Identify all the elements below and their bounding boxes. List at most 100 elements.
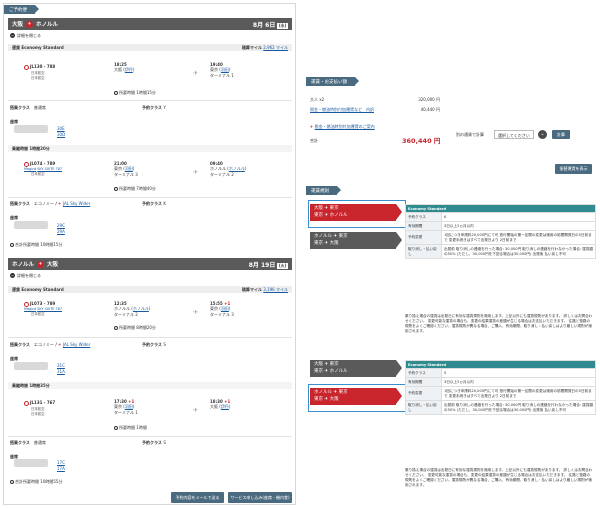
tab-city: ホノルル [314, 390, 332, 395]
toggle-label: 詳細を閉じる [17, 33, 41, 38]
divider [8, 436, 292, 437]
tab-city: ホノルル [329, 368, 348, 374]
outbound-from: 大阪 [12, 22, 24, 28]
plane-icon: ✈ [37, 260, 45, 268]
inbound-miles-link[interactable]: 3,196 マイル [263, 287, 288, 292]
inbound-fare-name: 運賃 Economy Standard [12, 286, 64, 292]
booking-class-label: 予約クラス [142, 105, 162, 110]
dep-city: ホノルル [114, 306, 130, 311]
jal-logo-icon [24, 400, 29, 406]
arr-airport-link[interactable]: 羽田 [221, 67, 229, 72]
operator-2: 日本航空 [31, 75, 45, 80]
seg-flight-info: JL074 - 789 Magicd SKY SUITE 787 日本航空 [24, 161, 109, 176]
seat-link[interactable]: 31A [57, 369, 65, 374]
calculate-button[interactable]: 計算 [552, 130, 570, 139]
currency-select[interactable]: 選択してください [494, 130, 534, 139]
rule-value: 1回につき申請料20,000円にて可 旅行開始の第一区間の変更は適用の前間開発日… [441, 386, 596, 401]
booking-class-value: S [163, 342, 166, 347]
arr-airport-link[interactable]: ホノルル [229, 166, 245, 171]
divider [8, 197, 292, 198]
adult-fare-label: 大人 x2 [310, 97, 325, 102]
fare-rules-table: Economy Standard 予約クラス S 有効期間 3日以上2ヵ月以内 予約… [405, 360, 596, 415]
inbound-dow: (火) [277, 262, 288, 269]
rule-tab-outbound[interactable]: 大阪 ✈ 東京 東京 ✈ ホノルル [310, 204, 402, 221]
arr-city: 東京 [210, 306, 218, 311]
clock-icon [114, 326, 118, 330]
tab-city: 東京 [314, 240, 323, 246]
plane-icon: ✈ [324, 362, 329, 367]
inbound-toggle[interactable]: − 詳細を閉じる [10, 273, 41, 279]
service-request-button[interactable]: サービス申し込み(座席・機内食) [228, 492, 292, 503]
class-row: 搭乗クラス 普通席 [10, 105, 46, 111]
arrow-plane-icon: ✈ [193, 407, 199, 414]
sky-wider-link[interactable]: JAL Sky Wider [63, 201, 90, 206]
magicd-link[interactable]: Magicd [24, 307, 36, 311]
arrow-plane-icon: ✈ [193, 70, 199, 77]
tab-city: 東京 [314, 396, 323, 402]
seat-link[interactable]: 31C [57, 363, 65, 368]
tab-city: 東京 [314, 368, 323, 374]
arrow-plane-icon: ✈ [193, 169, 199, 176]
rule-key: 取り消し・払い戻し [405, 244, 442, 259]
rules-note: 乗り換え場合の運賃は出発日に有効な運賃規則を適用します。上記以外にも運賃規則があ… [405, 468, 593, 487]
rule-value: 出発前 取り消しの連絡を行った場合: 30,000円 取り消しの連絡を行わなかっ… [441, 244, 596, 259]
tab-city: ホノルル [314, 234, 332, 239]
seat-link[interactable]: 29C [57, 223, 65, 228]
seat-type-link[interactable]: SKY SUITE 787 [37, 307, 62, 311]
booking-class-row: 予約クラス S [142, 440, 166, 446]
rule-value: 1回につき申請料20,000円にて可 旅行開始の第一区間の変更は適用の前間開発日… [441, 230, 596, 245]
rule-tab-outbound[interactable]: 大阪 ✈ 東京 東京 ✈ ホノルル [310, 360, 402, 377]
fare-section-label: 運賃・お支払い額 [306, 77, 359, 86]
rules-note: 乗り換え場合の運賃は出発日に有効な運賃規則を適用します。上記以外にも運賃規則があ… [405, 314, 593, 333]
rule-key: 有効期間 [405, 221, 442, 231]
rule-key: 予約クラス [405, 212, 442, 222]
show-fare-button[interactable]: 振替運賃を表示 [555, 164, 592, 174]
tax-info-link[interactable]: 税金・燃油特別付加運賃のご案内 [315, 124, 375, 129]
clock-icon [114, 187, 118, 191]
flight-number: JL074 - 789 [30, 161, 56, 166]
plane-icon: ✈ [324, 212, 329, 218]
rule-tab-inbound[interactable]: ホノルル ✈ 東京 東京 ✈ 大阪 [310, 388, 402, 405]
sky-wider-link[interactable]: JAL Sky Wider [63, 342, 90, 347]
seat-type-link[interactable]: SKY SUITE 787 [37, 167, 62, 171]
passenger-name-blurred [14, 362, 48, 370]
total-duration: 合計所要時間 10時間55分 [10, 479, 62, 485]
transit-row: 乗継時間 1時間20分 [8, 145, 292, 152]
email-itinerary-button[interactable]: 予約内容をメールで送る [171, 492, 224, 503]
class-row: 搭乗クラス エコノミー / ✈ JAL Sky Wider [10, 342, 91, 347]
seat-link[interactable]: 17A [57, 466, 65, 471]
itinerary-panel: ご予約便 大阪 ✈ ホノルル 8月 6日 (水) − 詳細を閉じる 運賃 Econo… [3, 3, 296, 505]
class-value: 普通席 [33, 440, 46, 445]
outbound-miles-link[interactable]: 2,962 マイル [263, 45, 288, 50]
booking-class-label: 予約クラス [142, 201, 162, 206]
seat-link[interactable]: 30E [57, 126, 65, 131]
magicd-link[interactable]: Magicd [24, 167, 36, 171]
arr-terminal: ターミナル 2 [210, 172, 234, 177]
tab-city: 東京 [314, 212, 323, 218]
seat-link[interactable]: 17C [57, 460, 65, 465]
chevron-down-icon[interactable]: ⌄ [538, 130, 547, 139]
seat-link[interactable]: 29A [57, 229, 65, 234]
seg-duration: 所要時間 1時間15分 [114, 90, 156, 96]
dep-airport-link[interactable]: ホノルル [133, 306, 149, 311]
toggle-label: 詳細を閉じる [17, 273, 41, 278]
dep-airport-link[interactable]: 羽田 [125, 404, 133, 409]
rule-value: 3日以上2ヵ月以内 [441, 221, 596, 231]
arr-airport-link[interactable]: 伊丹 [221, 404, 229, 409]
outbound-date: 8月 6日 [252, 21, 276, 29]
seat-link[interactable]: 30D [57, 132, 65, 137]
inbound-header: ホノルル ✈ 大阪 8月 19日 (火) [8, 258, 292, 270]
dep-airport-link[interactable]: 伊丹 [125, 67, 133, 72]
arr-terminal: ターミナル 1 [210, 73, 234, 78]
outbound-toggle[interactable]: − 詳細を閉じる [10, 33, 41, 39]
booking-class-row: 予約クラス K [142, 201, 166, 207]
rules-table-title: Economy Standard [405, 360, 596, 369]
rule-value: S [441, 368, 596, 378]
seg-flight-info: JL073 - 789 Magicd SKY SUITE 787 日本航空 [24, 301, 109, 316]
rule-tab-inbound[interactable]: ホノルル ✈ 東京 東京 ✈ 大阪 [310, 232, 402, 249]
tax-row: 税金・燃油特別付加運賃など 内訳 40,440 円 [310, 107, 440, 113]
dep-airport-link[interactable]: 羽田 [125, 166, 133, 171]
dep-terminal: ターミナル 3 [114, 172, 138, 177]
tax-breakdown-link[interactable]: 税金・燃油特別付加運賃など 内訳 [310, 107, 374, 113]
arr-airport-link[interactable]: 羽田 [221, 306, 229, 311]
